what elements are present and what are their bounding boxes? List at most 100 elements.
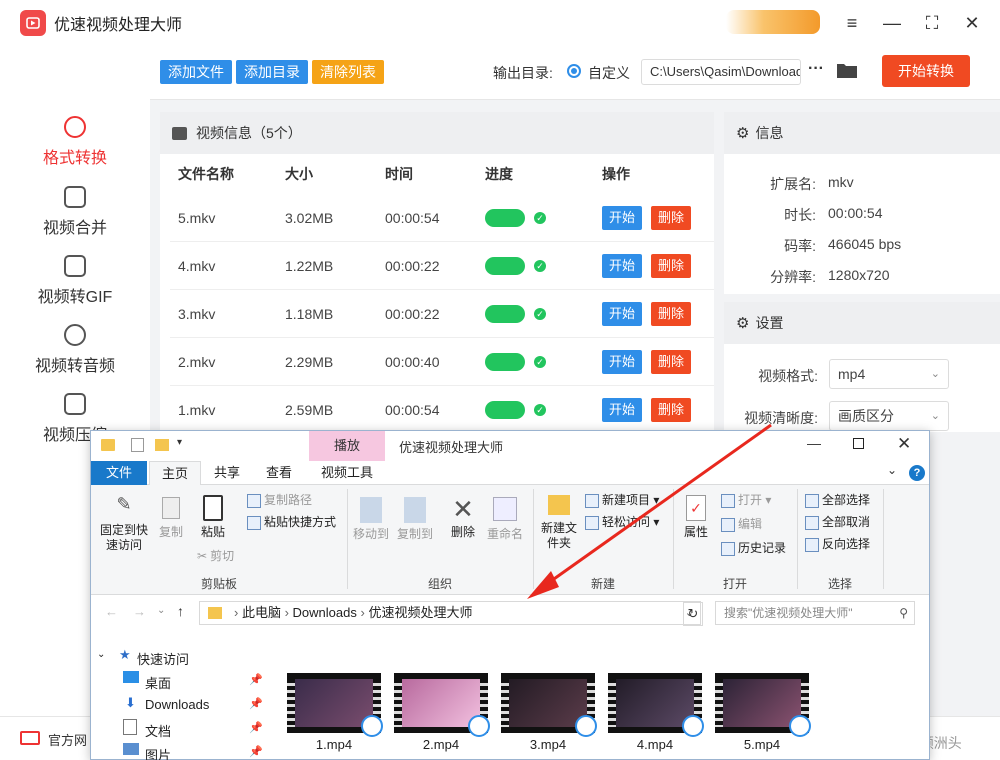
chevron-down-icon[interactable]: ⌄ bbox=[97, 649, 105, 660]
video-thumbnail[interactable] bbox=[715, 673, 811, 737]
start-button[interactable]: 开始 bbox=[602, 350, 643, 374]
thumbnail-image bbox=[616, 679, 694, 727]
add-file-button[interactable]: 添加文件 bbox=[160, 60, 232, 84]
sidebar-item-gif[interactable]: 视频转GIF bbox=[0, 255, 150, 307]
file-name[interactable]: 5.mp4 bbox=[715, 737, 809, 752]
tab-home[interactable]: 主页 bbox=[149, 461, 201, 485]
film-strip bbox=[501, 679, 509, 727]
quick-access-label[interactable]: 快速访问 bbox=[137, 649, 189, 668]
chevron-down-icon[interactable]: ⌄ bbox=[887, 463, 897, 477]
sidebar-item-label: 视频转GIF bbox=[37, 289, 113, 306]
check-icon: ✓ bbox=[534, 404, 546, 416]
video-thumbnail[interactable] bbox=[287, 673, 383, 737]
quality-select[interactable]: 画质区分 ⌄ bbox=[829, 401, 949, 431]
folder-icon[interactable] bbox=[836, 61, 858, 82]
folder-icon[interactable] bbox=[155, 439, 169, 451]
format-label: 视频格式: bbox=[758, 368, 818, 384]
info-panel: ⚙ 信息 扩展名: mkv 时长: 00:00:54 码率: 466045 bp… bbox=[724, 112, 1000, 294]
sidebar-item-audio[interactable]: 视频转音频 bbox=[0, 324, 150, 376]
move-to-button[interactable]: 移动到 bbox=[351, 497, 391, 542]
nav-item-downloads[interactable]: Downloads bbox=[145, 697, 209, 712]
sidebar-item-format-convert[interactable]: 格式转换 bbox=[0, 116, 150, 168]
clipboard-icon bbox=[203, 495, 223, 521]
media-player-icon bbox=[682, 715, 704, 737]
format-select[interactable]: mp4 ⌄ bbox=[829, 359, 949, 389]
close-icon[interactable]: ✕ bbox=[960, 11, 984, 35]
tab-share[interactable]: 共享 bbox=[203, 461, 251, 485]
up-icon[interactable]: ↑ bbox=[177, 603, 184, 619]
nav-item-desktop[interactable]: 桌面 bbox=[145, 673, 171, 692]
select-none-button[interactable]: 全部取消 bbox=[805, 515, 870, 530]
delete-button[interactable]: 删除 bbox=[651, 254, 692, 278]
media-player-icon bbox=[361, 715, 383, 737]
breadcrumb-item[interactable]: 此电脑 bbox=[242, 605, 281, 620]
paste-button[interactable]: 粘贴 bbox=[195, 495, 231, 540]
context-tab-play[interactable]: 播放 bbox=[309, 431, 385, 461]
settings-panel-title: 设置 bbox=[755, 315, 784, 331]
tab-file[interactable]: 文件 bbox=[91, 461, 147, 485]
file-name[interactable]: 4.mp4 bbox=[608, 737, 702, 752]
custom-radio[interactable] bbox=[567, 64, 581, 78]
select-none-icon bbox=[805, 515, 819, 530]
delete-button[interactable]: 删除 bbox=[651, 302, 692, 326]
forward-icon[interactable]: → bbox=[133, 604, 146, 619]
tab-video-tools[interactable]: 视频工具 bbox=[307, 461, 387, 485]
official-site-link[interactable]: 官方网 bbox=[48, 730, 87, 749]
breadcrumb-item[interactable]: 优速视频处理大师 bbox=[368, 605, 472, 620]
pin-label: 固定到快速访问 bbox=[99, 523, 148, 552]
nav-item-documents[interactable]: 文档 bbox=[145, 721, 171, 740]
rename-button[interactable]: 重命名 bbox=[485, 497, 525, 542]
cut-button[interactable]: ✂ 剪切 bbox=[197, 549, 234, 564]
delete-button[interactable]: 删除 bbox=[651, 350, 692, 374]
checklist-icon[interactable] bbox=[131, 438, 144, 452]
start-button[interactable]: 开始 bbox=[602, 254, 643, 278]
start-convert-button[interactable]: 开始转换 bbox=[882, 55, 970, 87]
navigation-tree: ⌄ ★ 快速访问 桌面 ⬇ Downloads 文档 图片 📌 📌 📌 📌 bbox=[91, 641, 271, 760]
video-thumbnail[interactable] bbox=[394, 673, 490, 737]
settings-panel: ⚙ 设置 视频格式: mp4 ⌄ 视频清晰度: 画质区分 ⌄ bbox=[724, 302, 1000, 432]
explorer-address-bar: ← → ⌄ ↑ › 此电脑 › Downloads › 优速视频处理大师 ⌄ ↻… bbox=[91, 595, 929, 633]
delete-button[interactable]: 删除 bbox=[651, 206, 692, 230]
breadcrumb-item[interactable]: Downloads bbox=[293, 605, 357, 620]
film-strip bbox=[394, 679, 402, 727]
promo-badge[interactable] bbox=[726, 10, 820, 34]
minimize-icon[interactable]: — bbox=[880, 11, 904, 35]
sidebar-item-merge[interactable]: 视频合并 bbox=[0, 186, 150, 238]
select-all-label: 全部选择 bbox=[822, 493, 871, 507]
table-row: 4.mkv 1.22MB 00:00:22 ✓ 开始 删除 bbox=[170, 242, 714, 290]
minimize-icon[interactable]: — bbox=[807, 435, 821, 451]
pin-quick-access-button[interactable]: ✎ 固定到快速访问 bbox=[97, 495, 151, 553]
tab-view[interactable]: 查看 bbox=[255, 461, 303, 485]
video-thumbnail[interactable] bbox=[501, 673, 597, 737]
close-icon[interactable]: ✕ bbox=[897, 434, 911, 454]
file-name[interactable]: 1.mp4 bbox=[287, 737, 381, 752]
invert-selection-button[interactable]: 反向选择 bbox=[805, 537, 870, 552]
nav-item-pictures[interactable]: 图片 bbox=[145, 745, 171, 760]
copy-path-button[interactable]: 复制路径 bbox=[247, 493, 312, 508]
select-all-button[interactable]: 全部选择 bbox=[805, 493, 870, 508]
menu-icon[interactable]: ≡ bbox=[840, 11, 864, 35]
more-options-icon[interactable]: ··· bbox=[808, 60, 824, 78]
output-path-field[interactable]: C:\Users\Qasim\Downloads bbox=[641, 59, 801, 85]
maximize-icon[interactable]: ⛶ bbox=[920, 11, 944, 35]
maximize-icon[interactable] bbox=[853, 438, 864, 449]
back-icon[interactable]: ← bbox=[105, 604, 118, 619]
copy-to-button[interactable]: 复制到 bbox=[395, 497, 435, 542]
recent-dropdown-icon[interactable]: ⌄ bbox=[157, 605, 165, 616]
copy-button[interactable]: 复制 bbox=[153, 497, 189, 540]
file-name[interactable]: 2.mp4 bbox=[394, 737, 488, 752]
file-name[interactable]: 3.mp4 bbox=[501, 737, 595, 752]
paste-label: 粘贴 bbox=[200, 525, 225, 539]
media-player-icon bbox=[575, 715, 597, 737]
start-button[interactable]: 开始 bbox=[602, 302, 643, 326]
help-icon[interactable]: ? bbox=[909, 465, 925, 481]
copy-path-icon bbox=[247, 493, 261, 508]
quality-select-value: 画质区分 bbox=[838, 408, 894, 424]
dropdown-icon[interactable]: ▾ bbox=[177, 437, 182, 448]
paste-shortcut-button[interactable]: 粘贴快捷方式 bbox=[247, 515, 336, 530]
delete-button[interactable]: ✕ 删除 bbox=[445, 495, 481, 540]
video-thumbnail[interactable] bbox=[608, 673, 704, 737]
start-button[interactable]: 开始 bbox=[602, 206, 643, 230]
add-directory-button[interactable]: 添加目录 bbox=[236, 60, 308, 84]
clear-list-button[interactable]: 清除列表 bbox=[312, 60, 384, 84]
